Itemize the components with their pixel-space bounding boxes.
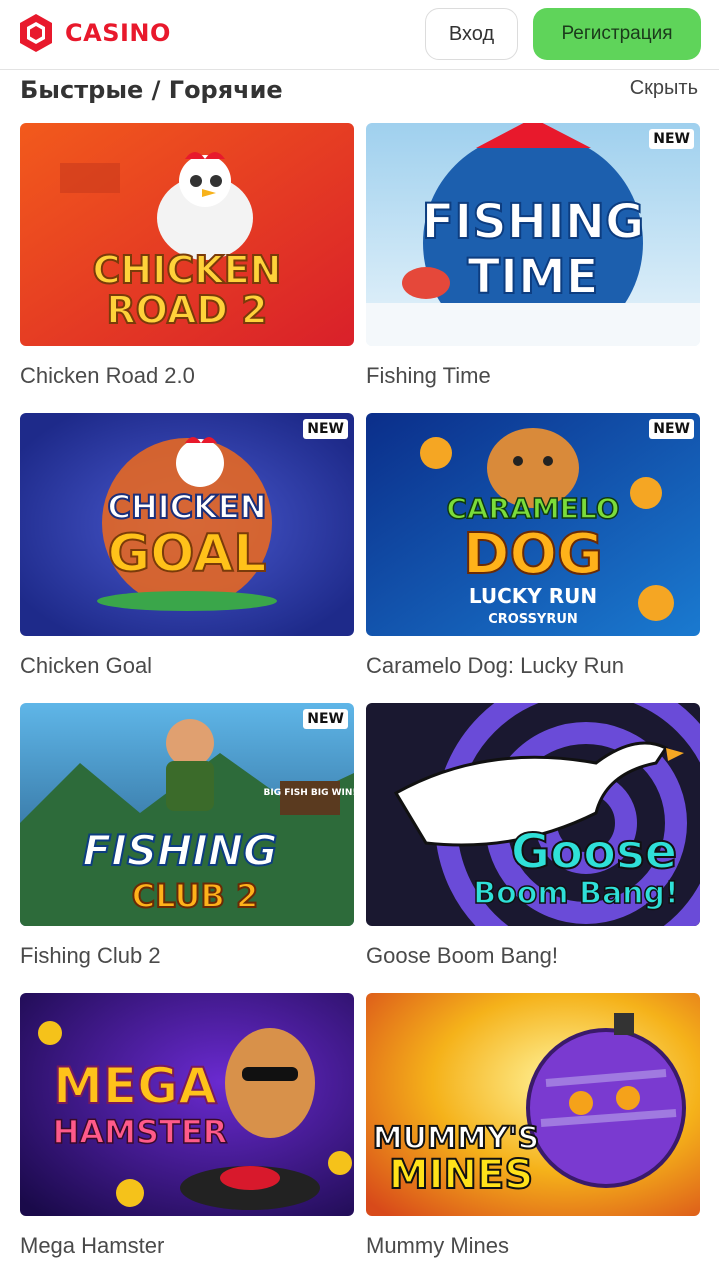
game-card-fishing-time[interactable]: FISHING TIME NEW Fishing Time [366,123,700,389]
game-thumbnail[interactable]: CHICKEN GOAL NEW [20,413,354,636]
game-thumbnail[interactable]: CHICKEN ROAD 2 [20,123,354,346]
game-title[interactable]: Mega Hamster [20,1233,354,1259]
new-badge: NEW [649,419,694,439]
art-text: FISHING [422,194,645,250]
game-title[interactable]: Chicken Road 2.0 [20,363,354,389]
game-card-chicken-goal[interactable]: CHICKEN GOAL NEW Chicken Goal [20,413,354,679]
art-text: MEGA [53,1057,217,1115]
game-thumbnail[interactable]: Goose Boom Bang! [366,703,700,926]
art-text: Goose [511,824,677,880]
art-text: GOAL [108,524,267,584]
art-text: BIG FISH BIG WIN! [263,788,354,798]
art-text: MUMMY'S [373,1121,539,1156]
hide-section-link[interactable]: Скрыть [630,77,698,100]
art-text: Boom Bang! [473,876,678,911]
art-text: CROSSYRUN [488,612,578,627]
new-badge: NEW [303,419,348,439]
game-card-mummy-mines[interactable]: MUMMY'S MINES Mummy Mines [366,993,700,1259]
game-title[interactable]: Mummy Mines [366,1233,700,1259]
art-text: FISHING [83,826,278,875]
art-text: CARAMELO [446,492,619,525]
app-header: CASINO Вход Регистрация [0,0,719,70]
art-text: ROAD 2 [106,288,267,332]
new-badge: NEW [303,709,348,729]
register-button[interactable]: Регистрация [533,8,701,60]
game-thumbnail[interactable]: BIG FISH BIG WIN! FISHING CLUB 2 NEW [20,703,354,926]
art-text: LUCKY RUN [469,584,597,608]
game-thumbnail[interactable]: CARAMELO DOG LUCKY RUN CROSSYRUN NEW [366,413,700,636]
game-thumbnail[interactable]: MUMMY'S MINES [366,993,700,1216]
logo-text: CASINO [65,19,171,47]
casino-logo[interactable]: CASINO [16,13,171,53]
casino-logo-icon [20,14,52,52]
art-text: TIME [467,249,598,305]
new-badge: NEW [649,129,694,149]
game-card-chicken-road-2[interactable]: CHICKEN ROAD 2 Chicken Road 2.0 [20,123,354,389]
game-title[interactable]: Caramelo Dog: Lucky Run [366,653,700,679]
game-card-goose-boom-bang[interactable]: Goose Boom Bang! Goose Boom Bang! [366,703,700,969]
art-text: DOG [463,522,603,587]
art-text: MINES [389,1152,533,1198]
art-text: CHICKEN [107,488,266,526]
game-title[interactable]: Fishing Time [366,363,700,389]
game-card-mega-hamster[interactable]: MEGA HAMSTER Mega Hamster [20,993,354,1259]
game-title[interactable]: Goose Boom Bang! [366,943,700,969]
art-text: HAMSTER [53,1113,228,1151]
game-title[interactable]: Chicken Goal [20,653,354,679]
game-card-caramelo-dog[interactable]: CARAMELO DOG LUCKY RUN CROSSYRUN NEW Car… [366,413,700,679]
art-text: CLUB 2 [132,877,259,915]
art-text: CHICKEN [93,248,282,292]
login-button[interactable]: Вход [425,8,518,60]
game-thumbnail[interactable]: FISHING TIME NEW [366,123,700,346]
game-title[interactable]: Fishing Club 2 [20,943,354,969]
game-card-fishing-club-2[interactable]: BIG FISH BIG WIN! FISHING CLUB 2 NEW Fis… [20,703,354,969]
section-title: Быстрые / Горячие [20,76,283,104]
game-thumbnail[interactable]: MEGA HAMSTER [20,993,354,1216]
